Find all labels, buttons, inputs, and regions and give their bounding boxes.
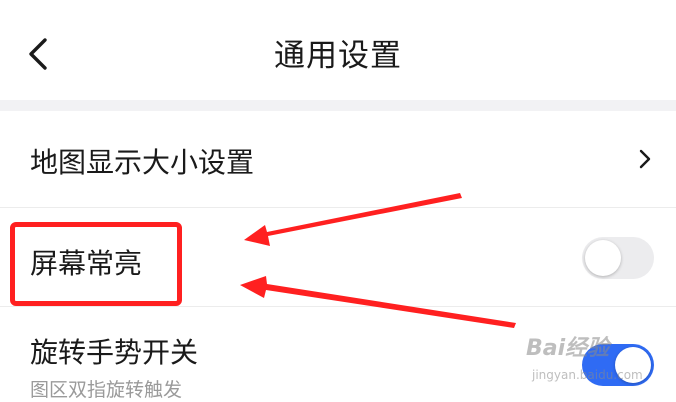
header: 通用设置 — [0, 0, 676, 100]
screen-always-on-toggle[interactable] — [582, 237, 654, 279]
setting-sublabel: 图区双指旋转触发 — [30, 379, 183, 401]
watermark-logo: Bai经验 — [526, 336, 610, 361]
section-gap — [0, 100, 676, 111]
setting-label: 旋转手势开关 — [30, 336, 199, 369]
chevron-right-icon — [639, 149, 651, 169]
watermark-url: jingyan.baidu.com — [532, 368, 643, 382]
setting-row-map-display-size[interactable]: 地图显示大小设置 — [0, 111, 676, 207]
annotation-highlight-box — [10, 222, 182, 306]
watermark: Bai经验 jingyan.baidu.com — [526, 330, 646, 390]
page-title: 通用设置 — [274, 38, 402, 74]
setting-label: 地图显示大小设置 — [30, 146, 255, 179]
toggle-knob — [585, 240, 621, 276]
